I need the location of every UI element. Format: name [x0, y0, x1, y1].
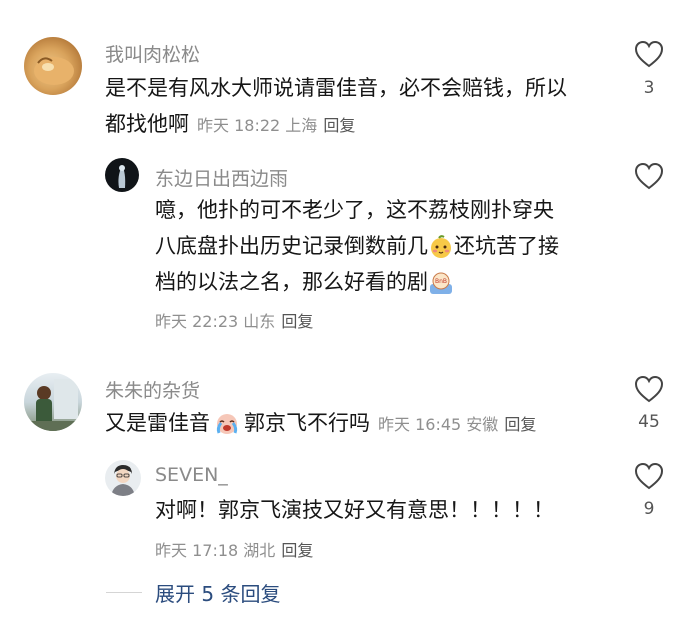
comment-time: 昨天 18:22 [197, 116, 281, 135]
comment-username[interactable]: 我叫肉松松 [105, 40, 200, 67]
comment-text-line: 是不是有风水大师说请雷佳音，必不会赔钱，所以 [105, 76, 567, 100]
reply-button[interactable]: 回复 [323, 116, 355, 135]
like-count: 45 [638, 412, 660, 432]
comment-text: 档的以法之名，那么好看的剧 BnB [155, 264, 454, 300]
comment-text-line: 郭京飞不行吗 [244, 411, 370, 435]
comment-time: 昨天 22:23 [155, 312, 239, 331]
comment-time: 昨天 16:45 [378, 415, 462, 434]
reply-button[interactable]: 回复 [504, 415, 536, 434]
expand-replies-button[interactable]: 展开 5 条回复 [155, 578, 280, 607]
comment-text-line: 档的以法之名，那么好看的剧 [155, 270, 428, 294]
avatar[interactable] [105, 158, 139, 192]
svg-text:BnB: BnB [435, 278, 447, 285]
divider [106, 592, 142, 593]
comment-username[interactable]: 朱朱的杂货 [105, 376, 200, 403]
comment-meta: 昨天 17:18 湖北 回复 [155, 537, 313, 561]
heart-outline-icon[interactable] [634, 40, 664, 68]
avatar[interactable] [105, 460, 141, 496]
comment-text: 是不是有风水大师说请雷佳音，必不会赔钱，所以 [105, 70, 567, 106]
avatar[interactable] [24, 373, 82, 431]
comment-text-line: 又是雷佳音 [105, 411, 210, 435]
like-count: 3 [643, 78, 655, 98]
comment-meta: 昨天 22:23 山东 回复 [155, 308, 313, 332]
blushing-mango-emoji [431, 235, 451, 258]
crying-emoji [216, 414, 238, 434]
comment-text: 又是雷佳音 郭京飞不行吗 昨天 16:45 安徽 回复 [105, 405, 536, 443]
comment-location: 山东 [243, 312, 276, 331]
heart-outline-icon[interactable] [634, 375, 664, 403]
comment-location: 安徽 [466, 415, 499, 434]
like-count: 9 [643, 499, 655, 519]
comment-text-line: 还坑苦了接 [454, 234, 559, 258]
comment-text-line: 都找他啊 [105, 112, 189, 136]
comment-username[interactable]: SEVEN_ [155, 464, 228, 486]
heart-outline-icon[interactable] [634, 462, 664, 490]
comment-location: 湖北 [243, 541, 276, 560]
comment-text-line: 对啊！郭京飞演技又好又有意思！！！！！ [155, 498, 554, 522]
reply-button[interactable]: 回复 [281, 541, 313, 560]
reply-button[interactable]: 回复 [281, 312, 313, 331]
avatar[interactable] [24, 37, 82, 95]
comment-text: 噫，他扑的可不老少了，这不荔枝刚扑穿央 [155, 192, 554, 228]
comment-location: 上海 [285, 116, 318, 135]
bnb-sticker-emoji: BnB [430, 272, 452, 294]
comment-time: 昨天 17:18 [155, 541, 239, 560]
comment-text: 八底盘扑出历史记录倒数前几 还坑苦了接 [155, 228, 559, 264]
comment-text: 都找他啊 昨天 18:22 上海 回复 [105, 106, 355, 144]
comment-text: 对啊！郭京飞演技又好又有意思！！！！！ [155, 492, 554, 528]
comment-text-line: 噫，他扑的可不老少了，这不荔枝刚扑穿央 [155, 198, 554, 222]
heart-outline-icon[interactable] [634, 162, 664, 190]
comment-text-line: 八底盘扑出历史记录倒数前几 [155, 234, 428, 258]
comment-username[interactable]: 东边日出西边雨 [155, 164, 288, 191]
